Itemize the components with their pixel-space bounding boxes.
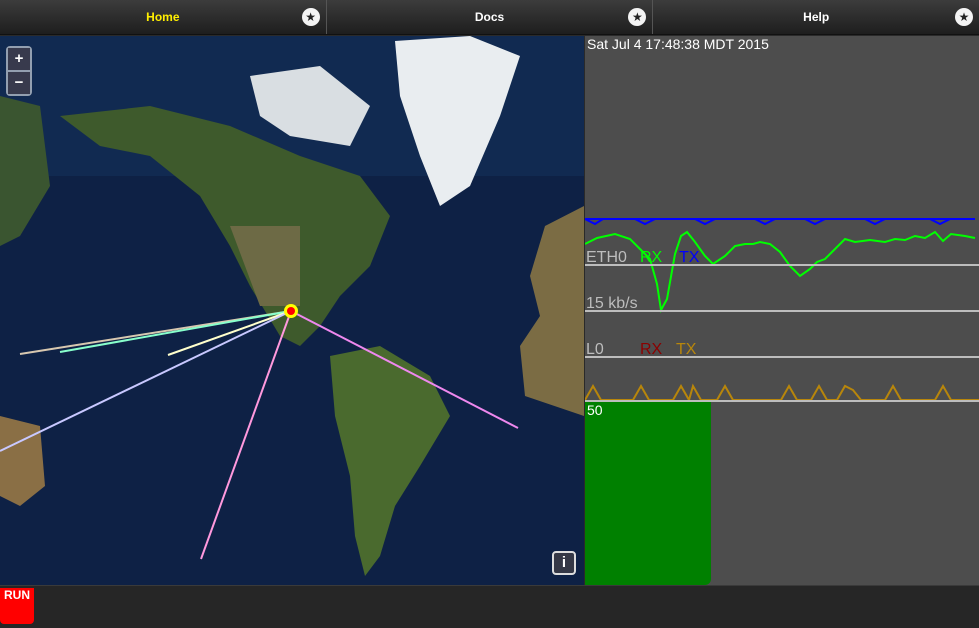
world-map[interactable]: + − i [0, 36, 584, 585]
tab-home[interactable]: Home ★ [0, 0, 327, 34]
tab-home-label: Home [146, 10, 180, 24]
tab-docs-label: Docs [474, 10, 505, 24]
zoom-in-button[interactable]: + [8, 48, 30, 70]
star-icon[interactable]: ★ [301, 8, 320, 26]
divider [585, 310, 979, 312]
map-imagery [0, 36, 584, 585]
datetime-label: Sat Jul 4 17:48:38 MDT 2015 [587, 36, 769, 52]
tab-docs[interactable]: Docs ★ [327, 0, 654, 34]
level-bar [585, 402, 711, 585]
top-nav: Home ★ Docs ★ Help ★ [0, 0, 979, 35]
location-marker-inner [287, 307, 295, 315]
divider [585, 264, 979, 266]
star-icon[interactable]: ★ [955, 8, 974, 26]
divider [585, 356, 979, 358]
info-button[interactable]: i [552, 551, 576, 575]
level-bar-label: 50 [587, 402, 603, 418]
load-tx-line [585, 383, 979, 402]
load-graph [585, 383, 979, 402]
tab-help[interactable]: Help ★ [653, 0, 979, 34]
rx-line [585, 230, 976, 314]
tab-help-label: Help [803, 10, 830, 24]
star-icon[interactable]: ★ [628, 8, 647, 26]
status-panel: Sat Jul 4 17:48:38 MDT 2015 ETH0 RX TX 1… [585, 36, 979, 585]
zoom-out-button[interactable]: − [8, 72, 30, 94]
bottom-bar: RUN [0, 585, 979, 628]
zoom-control: + − [6, 46, 32, 96]
run-button[interactable]: RUN [0, 588, 34, 624]
